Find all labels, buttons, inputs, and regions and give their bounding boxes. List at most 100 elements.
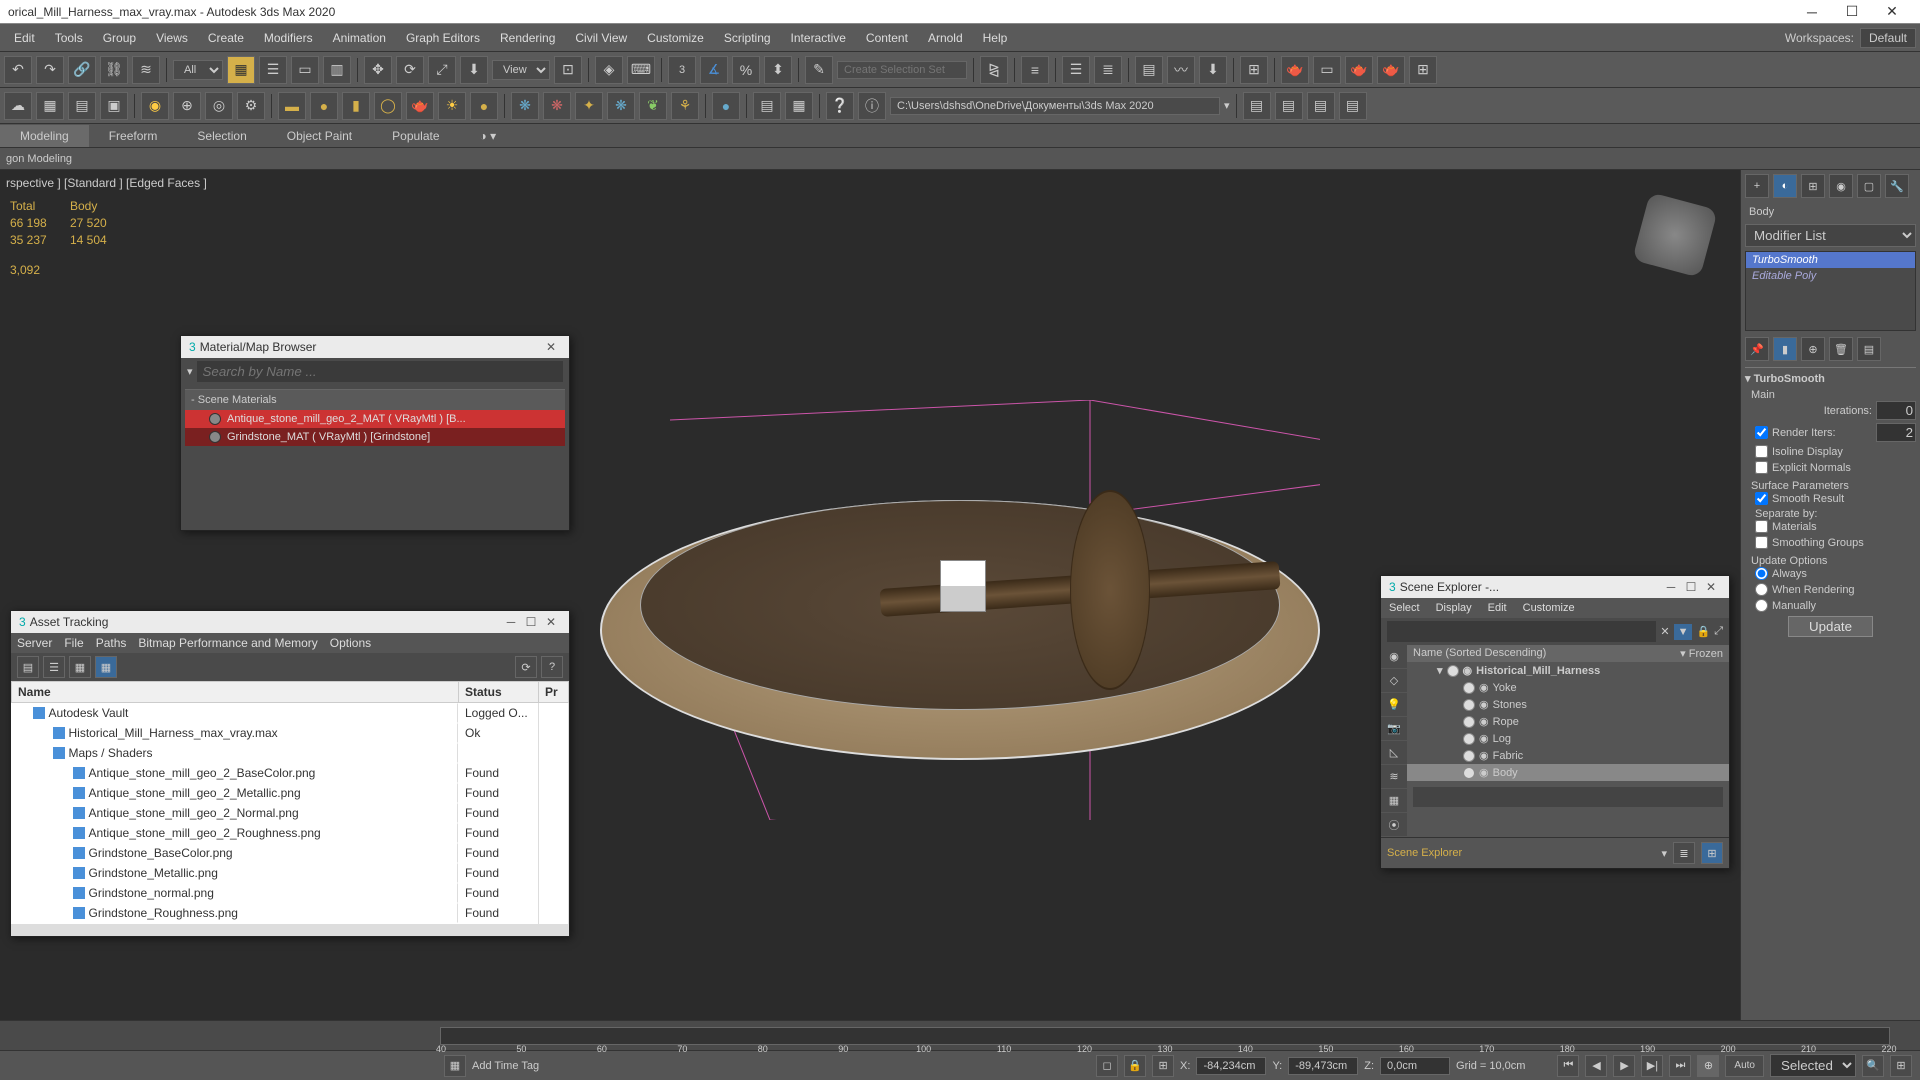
rotate-icon[interactable]: ⟳: [396, 56, 424, 84]
mat-search-input[interactable]: [197, 361, 563, 382]
unique-icon[interactable]: ⊕: [1801, 337, 1825, 361]
menu-scripting[interactable]: Scripting: [714, 27, 781, 49]
se-side-bone-icon[interactable]: ⦿: [1381, 813, 1407, 837]
at-highlight-icon[interactable]: ▦: [95, 656, 117, 678]
mirror-icon[interactable]: ⧎: [980, 56, 1008, 84]
snap-toggle-icon[interactable]: 3: [668, 56, 696, 84]
view-cube-icon[interactable]: [1632, 192, 1718, 278]
modifier-stack[interactable]: TurboSmooth Editable Poly: [1745, 251, 1916, 331]
se-col-name[interactable]: Name (Sorted Descending): [1413, 647, 1680, 660]
render-iters-checkbox[interactable]: [1755, 426, 1768, 439]
placement-icon[interactable]: ⬇: [460, 56, 488, 84]
turbosmooth-rollout-title[interactable]: TurboSmooth: [1754, 373, 1825, 385]
se-side-shape-icon[interactable]: ◇: [1381, 669, 1407, 693]
menu-modifiers[interactable]: Modifiers: [254, 27, 323, 49]
se-footer-label[interactable]: Scene Explorer: [1387, 847, 1655, 859]
x-coord[interactable]: -84,234cm: [1196, 1057, 1266, 1075]
tb2-icon-4[interactable]: ▣: [100, 92, 128, 120]
render-iterative-icon[interactable]: 🫖: [1377, 56, 1405, 84]
se-tree-item[interactable]: ◉Fabric: [1407, 747, 1729, 764]
sphere-icon[interactable]: ●: [310, 92, 338, 120]
window-crossing-icon[interactable]: ▥: [323, 56, 351, 84]
scale-icon[interactable]: ⤢: [428, 56, 456, 84]
at-menu-paths[interactable]: Paths: [96, 636, 127, 650]
se-side-group-icon[interactable]: ▦: [1381, 789, 1407, 813]
selection-filter-dropdown[interactable]: All: [173, 60, 223, 80]
mat-item-antique[interactable]: Antique_stone_mill_geo_2_MAT ( VRayMtl )…: [185, 410, 565, 428]
at-menu-options[interactable]: Options: [330, 636, 371, 650]
se-col-frozen[interactable]: ▾ Frozen: [1680, 647, 1723, 660]
edit-selection-set-icon[interactable]: ✎: [805, 56, 833, 84]
se-minimize-icon[interactable]: ─: [1661, 580, 1681, 594]
menu-arnold[interactable]: Arnold: [918, 27, 973, 49]
menu-rendering[interactable]: Rendering: [490, 27, 565, 49]
at-menu-file[interactable]: File: [64, 636, 83, 650]
table-row[interactable]: Grindstone_Metallic.pngFound: [12, 863, 569, 883]
ribbon-tab-dropdown[interactable]: ◑ ▾: [460, 125, 517, 147]
smooth-result-checkbox[interactable]: [1755, 492, 1768, 505]
layer-add-icon[interactable]: ▤: [1275, 92, 1303, 120]
ribbon-tab-modeling[interactable]: Modeling: [0, 125, 89, 147]
spinner-snap-icon[interactable]: ⬍: [764, 56, 792, 84]
se-hierarchy-icon[interactable]: ⊞: [1701, 842, 1723, 864]
goto-start-icon[interactable]: ⏮: [1557, 1055, 1579, 1077]
hierarchy-tab-icon[interactable]: ⊞: [1801, 174, 1825, 198]
utilities-tab-icon[interactable]: 🔧: [1885, 174, 1909, 198]
render-online-icon[interactable]: ⊞: [1409, 56, 1437, 84]
teapot-icon[interactable]: 🫖: [406, 92, 434, 120]
iterations-spinner[interactable]: [1876, 401, 1916, 420]
add-time-tag[interactable]: Add Time Tag: [472, 1060, 539, 1072]
mat-options-icon[interactable]: ▾: [187, 365, 193, 378]
at-maximize-icon[interactable]: ☐: [521, 615, 541, 629]
vray-light-icon[interactable]: ●: [712, 92, 740, 120]
remove-mod-icon[interactable]: 🗑: [1829, 337, 1853, 361]
ref-coord-dropdown[interactable]: View: [492, 60, 550, 80]
se-tree-item[interactable]: ◉Stones: [1407, 696, 1729, 713]
layer-all-icon[interactable]: ▤: [1339, 92, 1367, 120]
table-row[interactable]: Grindstone_BaseColor.pngFound: [12, 843, 569, 863]
ribbon-tab-freeform[interactable]: Freeform: [89, 125, 178, 147]
at-table-icon[interactable]: ▦: [69, 656, 91, 678]
material-editor-icon[interactable]: ⊞: [1240, 56, 1268, 84]
update-button[interactable]: Update: [1788, 616, 1873, 637]
se-menu-edit[interactable]: Edit: [1488, 602, 1507, 614]
time-slider[interactable]: 4050607080901001101201301401501601701801…: [0, 1020, 1920, 1050]
modify-tab-icon[interactable]: ◐: [1773, 174, 1797, 198]
ribbon-tab-selection[interactable]: Selection: [177, 125, 266, 147]
sep-smoothing-checkbox[interactable]: [1755, 536, 1768, 549]
help-icon[interactable]: ❔: [826, 92, 854, 120]
render-setup-icon[interactable]: 🫖: [1281, 56, 1309, 84]
at-tree-icon[interactable]: ▤: [17, 656, 39, 678]
curve-editor-icon[interactable]: 〰: [1167, 56, 1195, 84]
project-path-input[interactable]: [890, 97, 1220, 115]
particle-icon[interactable]: ❋: [511, 92, 539, 120]
se-side-warp-icon[interactable]: ≋: [1381, 765, 1407, 789]
visibility-icon[interactable]: [1463, 716, 1475, 728]
se-layers-icon[interactable]: ≣: [1673, 842, 1695, 864]
menu-edit[interactable]: Edit: [4, 27, 45, 49]
space-warp-icon[interactable]: ◎: [205, 92, 233, 120]
sep-materials-checkbox[interactable]: [1755, 520, 1768, 533]
se-root-item[interactable]: ▾◉ Historical_Mill_Harness: [1407, 662, 1729, 679]
minimize-button[interactable]: ─: [1792, 4, 1832, 20]
particle3-icon[interactable]: ✦: [575, 92, 603, 120]
undo-icon[interactable]: ↶: [4, 56, 32, 84]
table-row[interactable]: Maps / Shaders: [12, 743, 569, 763]
table-row[interactable]: Grindstone_Roughness.pngFound: [12, 903, 569, 923]
explicit-normals-checkbox[interactable]: [1755, 461, 1768, 474]
at-col-name[interactable]: Name: [12, 682, 459, 703]
se-tree-item[interactable]: ◉Log: [1407, 730, 1729, 747]
visibility-icon[interactable]: [1463, 733, 1475, 745]
render-frame-icon[interactable]: ▭: [1313, 56, 1341, 84]
se-side-cam-icon[interactable]: 📷: [1381, 717, 1407, 741]
stack-item-editable-poly[interactable]: Editable Poly: [1746, 268, 1915, 284]
modifier-list-dropdown[interactable]: Modifier List: [1745, 224, 1916, 247]
menu-graph-editors[interactable]: Graph Editors: [396, 27, 490, 49]
workspace-dropdown[interactable]: Default: [1860, 28, 1916, 48]
select-name-icon[interactable]: ☰: [259, 56, 287, 84]
ribbon-tab-object-paint[interactable]: Object Paint: [267, 125, 372, 147]
unlink-icon[interactable]: ⛓: [100, 56, 128, 84]
maximize-button[interactable]: ☐: [1832, 3, 1872, 20]
visibility-icon[interactable]: [1463, 767, 1475, 779]
isoline-checkbox[interactable]: [1755, 445, 1768, 458]
